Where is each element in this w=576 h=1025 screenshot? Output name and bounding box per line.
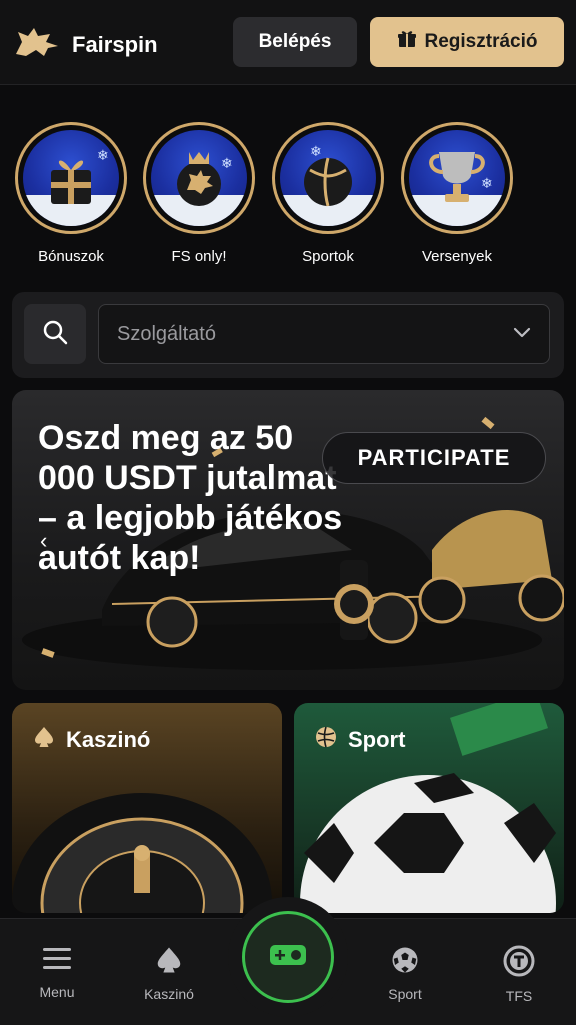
story-bonuses[interactable]: ❄ Bónuszok bbox=[12, 122, 130, 265]
promo-banner[interactable]: Oszd meg az 50 000 USDT jutalmat – a leg… bbox=[12, 390, 564, 690]
header: Fairspin Belépés Regisztráció bbox=[0, 0, 576, 85]
brand-name: Fairspin bbox=[72, 31, 158, 57]
wallet-button-inner bbox=[242, 911, 334, 1003]
lion-crown-icon: ❄ bbox=[151, 130, 247, 226]
nav-label: TFS bbox=[505, 988, 533, 1004]
story-label: FS only! bbox=[171, 248, 227, 265]
logo[interactable]: Fairspin bbox=[12, 24, 158, 65]
provider-dropdown[interactable]: Szolgáltató bbox=[98, 304, 550, 364]
category-sport[interactable]: Sport bbox=[294, 703, 564, 913]
search-icon bbox=[42, 319, 68, 350]
lion-icon bbox=[12, 24, 62, 65]
card-title: Sport bbox=[348, 726, 406, 752]
story-tournaments[interactable]: ❄ Versenyek bbox=[398, 122, 516, 265]
story-ring: ❄ bbox=[272, 122, 384, 234]
search-button[interactable] bbox=[24, 304, 86, 364]
menu-icon bbox=[41, 948, 73, 977]
nav-tfs[interactable]: TFS bbox=[474, 945, 564, 1004]
spade-icon bbox=[32, 725, 56, 754]
banner-title: Oszd meg az 50 000 USDT jutalmat – a leg… bbox=[38, 419, 343, 577]
nav-sport[interactable]: Sport bbox=[360, 945, 450, 1002]
trophy-icon: ❄ bbox=[409, 130, 505, 226]
story-label: Sportok bbox=[302, 248, 354, 265]
nav-label: Menu bbox=[39, 984, 75, 1000]
svg-text:❄: ❄ bbox=[97, 147, 109, 163]
ball-icon: ❄ bbox=[280, 130, 376, 226]
chevron-down-icon bbox=[513, 325, 531, 343]
story-ring: ❄ bbox=[15, 122, 127, 234]
bottom-nav: Menu Kaszinó Sport TFS bbox=[0, 897, 576, 1025]
card-title: Kaszinó bbox=[66, 726, 151, 752]
register-button[interactable]: Regisztráció bbox=[370, 17, 564, 67]
svg-text:❄: ❄ bbox=[310, 143, 322, 159]
story-label: Versenyek bbox=[421, 248, 493, 265]
gift-box-icon: ❄ bbox=[23, 130, 119, 226]
nav-menu[interactable]: Menu bbox=[12, 945, 102, 1000]
participate-label: PARTICIPATE bbox=[357, 445, 511, 470]
svg-text:❄: ❄ bbox=[221, 155, 233, 171]
wallet-button[interactable] bbox=[228, 897, 348, 1017]
nav-label: Sport bbox=[388, 986, 422, 1002]
spade-icon bbox=[154, 947, 184, 979]
provider-placeholder: Szolgáltató bbox=[117, 322, 216, 345]
story-fs-only[interactable]: ❄ FS only! bbox=[140, 122, 258, 265]
story-label: Bónuszok bbox=[38, 248, 104, 265]
card-header: Sport bbox=[314, 725, 405, 754]
tfs-token-icon bbox=[503, 945, 535, 981]
wallet-icon bbox=[268, 940, 308, 975]
gift-icon bbox=[397, 29, 417, 55]
soccer-ball-icon bbox=[390, 947, 420, 979]
svg-text:❄: ❄ bbox=[481, 175, 493, 191]
nav-label: Kaszinó bbox=[144, 986, 194, 1002]
story-sports[interactable]: ❄ Sportok bbox=[269, 122, 387, 265]
story-ring: ❄ bbox=[401, 122, 513, 234]
login-label: Belépés bbox=[258, 31, 332, 52]
register-label: Regisztráció bbox=[424, 31, 538, 52]
volleyball-icon bbox=[314, 725, 338, 754]
category-casino[interactable]: Kaszinó bbox=[12, 703, 282, 913]
nav-casino[interactable]: Kaszinó bbox=[124, 945, 214, 1002]
card-header: Kaszinó bbox=[32, 725, 150, 754]
participate-button[interactable]: PARTICIPATE bbox=[322, 432, 546, 484]
login-button[interactable]: Belépés bbox=[233, 17, 357, 67]
carousel-prev-icon[interactable]: ‹ bbox=[40, 528, 47, 554]
story-ring: ❄ bbox=[143, 122, 255, 234]
filter-bar: Szolgáltató bbox=[12, 292, 564, 378]
